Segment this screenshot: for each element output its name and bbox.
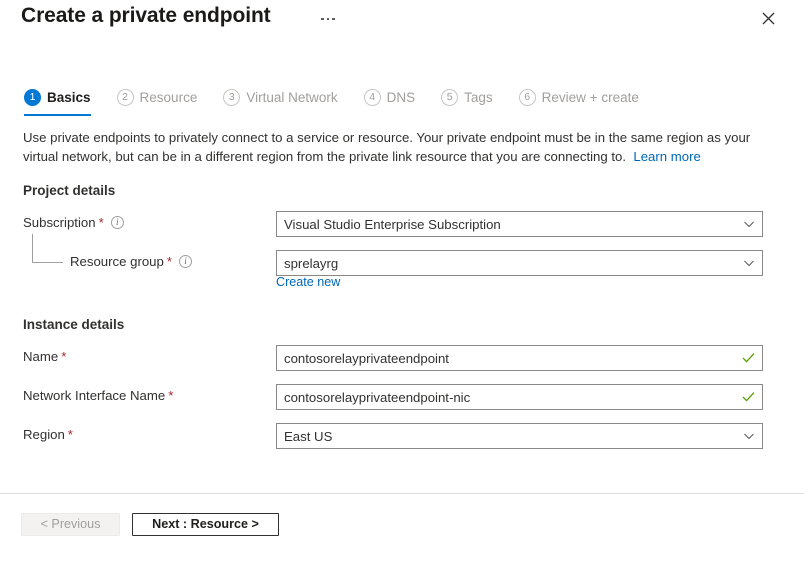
wizard-footer: < Previous Next : Resource > <box>21 513 279 536</box>
tab-dns[interactable]: 4 DNS <box>364 84 416 110</box>
tab-basics[interactable]: 1 Basics <box>24 84 91 110</box>
previous-button[interactable]: < Previous <box>21 513 120 536</box>
wizard-tabs: 1 Basics 2 Resource 3 Virtual Network 4 … <box>24 84 665 114</box>
network-interface-name-label-text: Network Interface Name <box>23 388 165 403</box>
close-icon[interactable] <box>756 6 780 30</box>
next-resource-button[interactable]: Next : Resource > <box>132 513 279 536</box>
name-field-wrapper[interactable] <box>276 345 763 371</box>
ellipsis-icon[interactable] <box>316 8 340 30</box>
tab-label: Resource <box>140 90 198 105</box>
network-interface-name-label: Network Interface Name * <box>23 388 173 403</box>
tab-number: 1 <box>24 89 41 106</box>
tab-tags[interactable]: 5 Tags <box>441 84 493 110</box>
tab-number: 4 <box>364 89 381 106</box>
tab-label: Tags <box>464 90 493 105</box>
field-row-resource-group: Resource group * i <box>0 250 804 276</box>
footer-divider <box>0 493 804 494</box>
network-interface-name-input[interactable] <box>276 384 763 410</box>
required-asterisk: * <box>61 349 66 364</box>
page-title: Create a private endpoint <box>21 4 271 28</box>
subscription-label: Subscription * i <box>23 215 124 230</box>
tab-resource[interactable]: 2 Resource <box>117 84 198 110</box>
tab-virtual-network[interactable]: 3 Virtual Network <box>223 84 337 110</box>
tab-number: 2 <box>117 89 134 106</box>
section-heading-project-details: Project details <box>23 183 115 198</box>
name-input[interactable] <box>276 345 763 371</box>
blade-header: Create a private endpoint <box>0 0 804 48</box>
resource-group-label-text: Resource group <box>70 254 164 269</box>
info-icon[interactable]: i <box>179 255 192 268</box>
tab-number: 3 <box>223 89 240 106</box>
info-icon[interactable]: i <box>111 216 124 229</box>
create-new-resource-group-link[interactable]: Create new <box>276 275 340 289</box>
name-label-text: Name <box>23 349 58 364</box>
network-interface-name-field-wrapper[interactable] <box>276 384 763 410</box>
tab-label: Basics <box>47 90 91 105</box>
learn-more-link[interactable]: Learn more <box>633 149 700 164</box>
tab-number: 5 <box>441 89 458 106</box>
tab-number: 6 <box>519 89 536 106</box>
resource-group-dropdown[interactable] <box>276 250 763 276</box>
subscription-select-value[interactable] <box>276 211 763 237</box>
region-dropdown[interactable] <box>276 423 763 449</box>
required-asterisk: * <box>99 215 104 230</box>
region-label: Region * <box>23 427 73 442</box>
name-label: Name * <box>23 349 66 364</box>
field-row-region: Region * <box>0 423 804 449</box>
tab-label: DNS <box>387 90 416 105</box>
resource-group-select-value[interactable] <box>276 250 763 276</box>
create-private-endpoint-blade: Create a private endpoint 1 Basics 2 Res… <box>0 0 804 562</box>
blade-description: Use private endpoints to privately conne… <box>23 128 771 166</box>
subscription-dropdown[interactable] <box>276 211 763 237</box>
field-row-name: Name * <box>0 345 804 371</box>
field-row-subscription: Subscription * i <box>0 211 804 237</box>
region-label-text: Region <box>23 427 65 442</box>
tab-label: Review + create <box>542 90 639 105</box>
required-asterisk: * <box>68 427 73 442</box>
region-select-value[interactable] <box>276 423 763 449</box>
tab-label: Virtual Network <box>246 90 337 105</box>
required-asterisk: * <box>167 254 172 269</box>
required-asterisk: * <box>168 388 173 403</box>
field-row-network-interface-name: Network Interface Name * <box>0 384 804 410</box>
section-heading-instance-details: Instance details <box>23 317 124 332</box>
resource-group-label: Resource group * i <box>70 254 192 269</box>
subscription-label-text: Subscription <box>23 215 96 230</box>
tab-review-create[interactable]: 6 Review + create <box>519 84 639 110</box>
